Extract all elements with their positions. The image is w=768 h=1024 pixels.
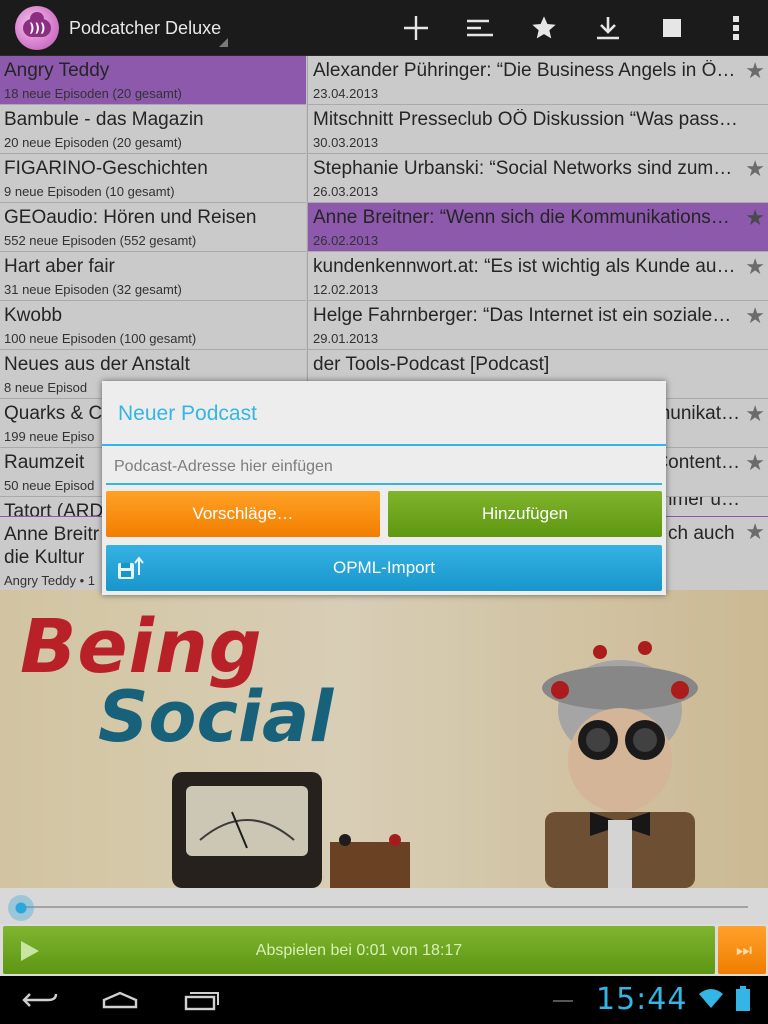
add-icon[interactable] [396,8,436,48]
system-navigation-bar: 15:44 [0,976,768,1024]
seek-thumb[interactable] [8,895,34,921]
download-icon[interactable] [588,8,628,48]
wifi-icon [699,989,723,1008]
title-dropdown-indicator [219,38,228,47]
star-icon[interactable] [524,8,564,48]
opml-import-label: OPML-Import [332,558,436,577]
status-clock: 15:44 [596,982,688,1017]
battery-icon [736,986,750,1011]
seek-track[interactable] [20,906,748,908]
play-label: Abspielen bei 0:01 von 18:17 [255,942,463,959]
skip-next-icon: ⏭ [735,939,752,961]
podcast-url-field[interactable] [106,453,662,485]
add-podcast-button[interactable]: Hinzufügen [388,491,662,537]
new-podcast-dialog: Neuer Podcast Vorschläge… Hinzufügen OPM… [102,381,666,595]
skip-next-button[interactable]: ⏭ [718,926,766,974]
app-logo-icon[interactable]: ))) [15,6,59,50]
play-button[interactable]: Abspielen bei 0:01 von 18:17 [3,926,715,974]
notification-indicator [553,1000,573,1002]
dialog-title-divider [102,444,666,446]
back-icon[interactable] [18,986,62,1014]
player-controls: Abspielen bei 0:01 von 18:17 ⏭ [0,924,768,976]
stop-icon[interactable] [652,8,692,48]
recent-apps-icon[interactable] [178,986,222,1014]
opml-import-icon [118,556,144,579]
podcast-url-input[interactable] [106,453,662,481]
suggestions-button[interactable]: Vorschläge… [106,491,380,537]
sort-icon[interactable] [460,8,500,48]
seek-bar[interactable] [0,888,768,924]
dialog-title: Neuer Podcast [118,402,257,425]
overflow-menu-icon[interactable] [716,8,756,48]
action-bar: ))) Podcatcher Deluxe [0,0,768,56]
app-title[interactable]: Podcatcher Deluxe [69,18,221,39]
home-icon[interactable] [98,986,142,1014]
opml-import-button[interactable]: OPML-Import [106,545,662,591]
